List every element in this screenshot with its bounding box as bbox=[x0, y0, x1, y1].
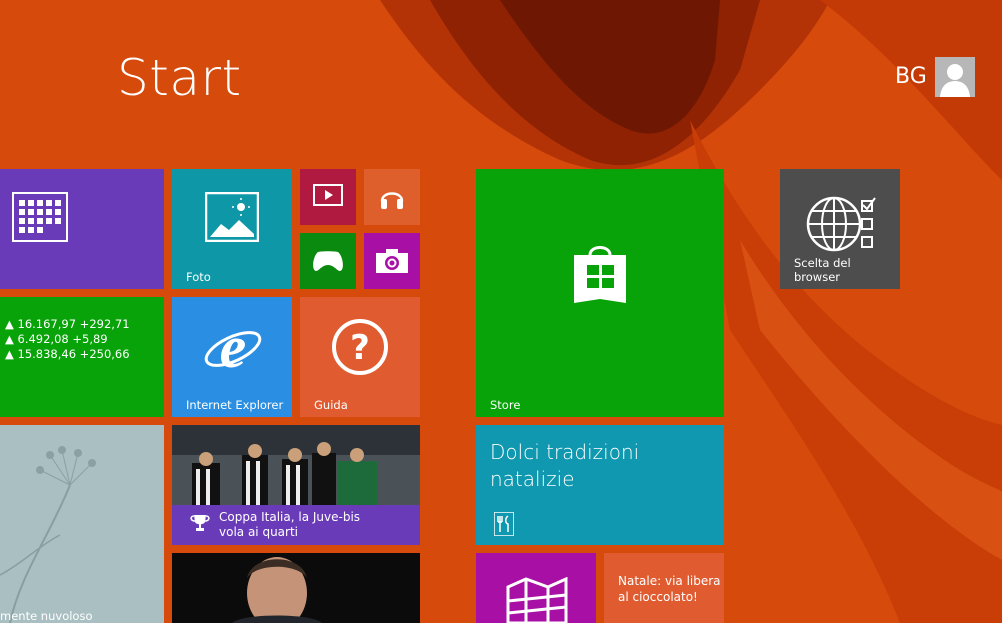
tile-food-news[interactable]: Natale: via libera al cioccolato! bbox=[604, 553, 724, 623]
trophy-icon bbox=[190, 515, 210, 531]
svg-text:?: ? bbox=[350, 328, 370, 368]
dandelion-image bbox=[0, 425, 164, 623]
tile-label: Foto bbox=[186, 270, 211, 284]
tile-news-photo[interactable] bbox=[172, 553, 420, 623]
stock-line: ▲ 15.838,46 +250,66 bbox=[5, 347, 130, 361]
tile-photos[interactable]: Foto bbox=[172, 169, 292, 289]
page-title: Start bbox=[117, 49, 242, 107]
tile-headline: Dolci tradizioni natalizie bbox=[490, 440, 640, 491]
fork-knife-icon bbox=[494, 512, 514, 536]
gamepad-icon bbox=[313, 251, 343, 271]
tile-games[interactable] bbox=[300, 233, 356, 289]
user-silhouette-icon bbox=[939, 64, 970, 97]
tile-help[interactable]: ? Guida bbox=[300, 297, 420, 417]
calendar-icon bbox=[12, 192, 68, 242]
news-photo bbox=[172, 553, 420, 623]
globe-checklist-icon bbox=[806, 196, 876, 252]
tile-sports-news[interactable]: Coppa Italia, la Juve-bis vola ai quarti bbox=[172, 425, 420, 545]
tile-video[interactable] bbox=[300, 169, 356, 225]
tile-camera[interactable] bbox=[364, 233, 420, 289]
svg-text:e: e bbox=[220, 317, 247, 377]
stock-line: ▲ 16.167,97 +292,71 bbox=[5, 317, 130, 331]
video-icon bbox=[313, 184, 343, 206]
tile-music[interactable] bbox=[364, 169, 420, 225]
internet-explorer-icon: e bbox=[204, 317, 262, 377]
tile-label: Scelta del browser bbox=[794, 256, 851, 284]
tile-label: mente nuvoloso bbox=[0, 609, 93, 623]
tile-finance[interactable]: ▲ 16.167,97 +292,71 ▲ 6.492,08 +5,89 ▲ 1… bbox=[0, 297, 164, 417]
store-bag-icon bbox=[574, 246, 626, 303]
stock-list: ▲ 16.167,97 +292,71 ▲ 6.492,08 +5,89 ▲ 1… bbox=[5, 317, 130, 362]
tile-maps[interactable] bbox=[476, 553, 596, 623]
tile-store[interactable]: Store bbox=[476, 169, 724, 417]
headphones-icon bbox=[380, 192, 404, 209]
photo-icon bbox=[205, 192, 259, 242]
tile-calendar[interactable] bbox=[0, 169, 164, 289]
tile-label: Internet Explorer bbox=[186, 398, 284, 412]
tile-food-drink[interactable]: Dolci tradizioni natalizie bbox=[476, 425, 724, 545]
tile-headline: Natale: via libera al cioccolato! bbox=[618, 574, 721, 604]
news-headline: Coppa Italia, la Juve-bis vola ai quarti bbox=[219, 510, 361, 539]
news-caption: Coppa Italia, la Juve-bis vola ai quarti bbox=[172, 505, 420, 545]
sports-photo bbox=[172, 425, 420, 505]
tile-label: Store bbox=[490, 398, 521, 412]
map-icon bbox=[506, 577, 568, 623]
help-icon: ? bbox=[332, 319, 388, 375]
camera-icon bbox=[376, 249, 408, 273]
tile-internet-explorer[interactable]: e Internet Explorer bbox=[172, 297, 292, 417]
user-initials: BG bbox=[895, 64, 927, 89]
tile-label: Guida bbox=[314, 398, 348, 412]
user-account[interactable]: BG bbox=[895, 57, 975, 97]
tile-browser-choice[interactable]: Scelta del browser bbox=[780, 169, 900, 289]
stock-line: ▲ 6.492,08 +5,89 bbox=[5, 332, 108, 346]
avatar[interactable] bbox=[934, 57, 975, 97]
tile-weather[interactable]: mente nuvoloso bbox=[0, 425, 164, 623]
